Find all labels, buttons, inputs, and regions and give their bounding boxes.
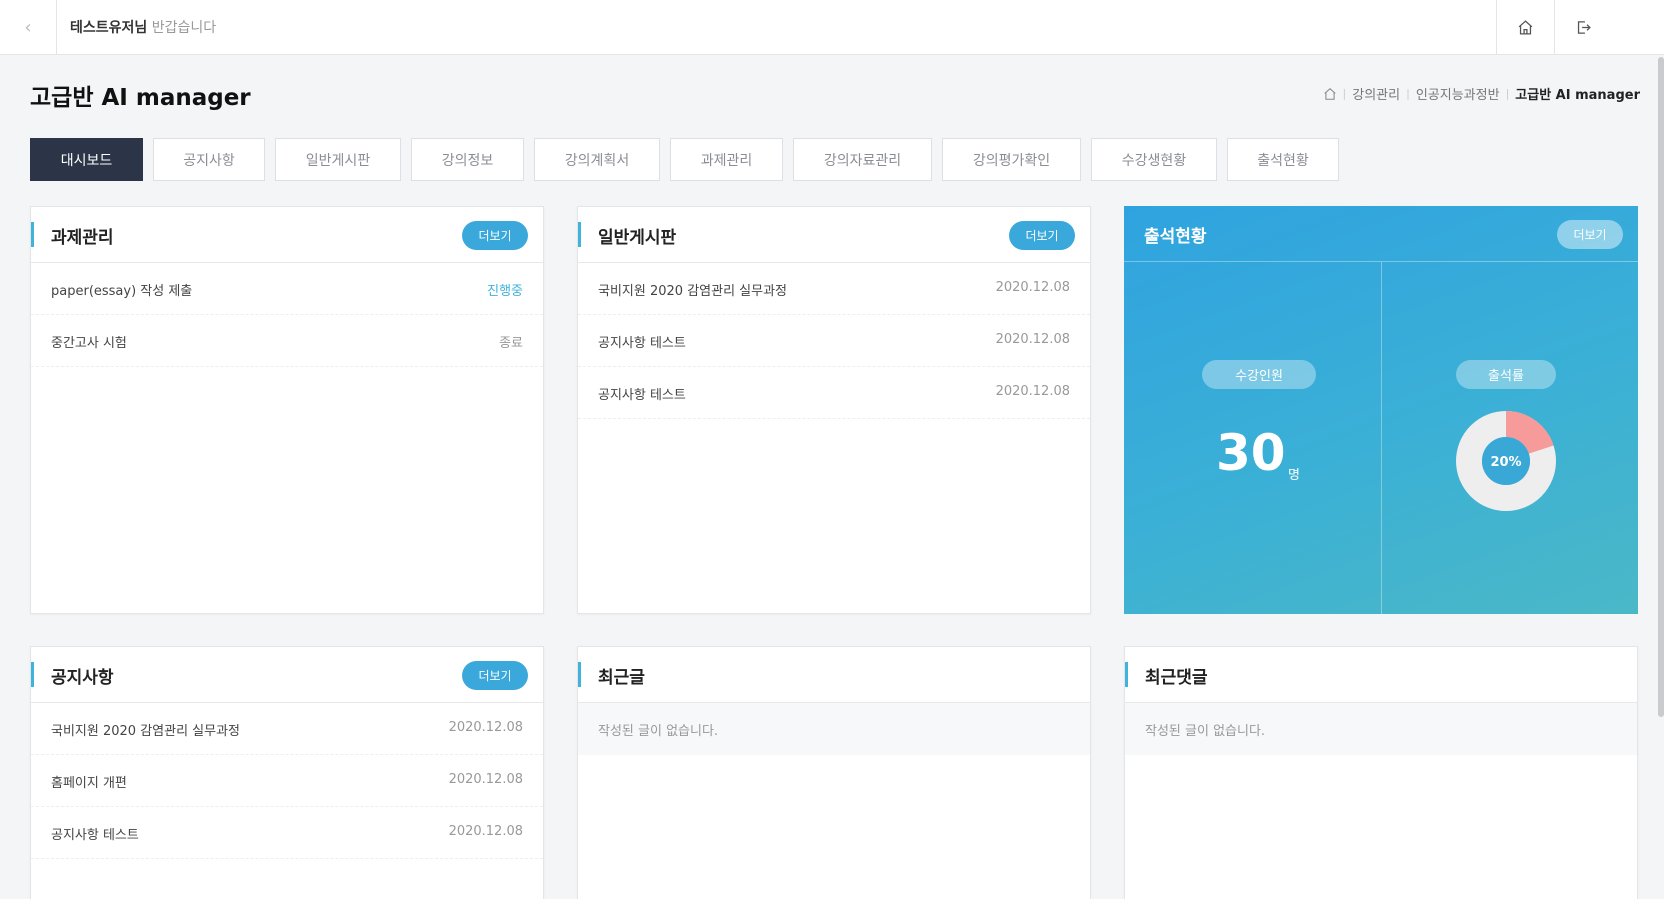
list-item[interactable]: 공지사항 테스트 2020.12.08 [578, 367, 1090, 419]
card-title: 최근글 [598, 668, 645, 688]
empty-message: 작성된 글이 없습니다. [598, 724, 719, 739]
list-item[interactable]: 중간고사 시험 종료 [31, 315, 543, 367]
item-title: 국비지원 2020 감염관리 실무과정 [51, 724, 241, 739]
card-header: 출석현황 더보기 [1124, 206, 1638, 262]
item-title: 홈페이지 개편 [51, 776, 127, 791]
status-badge: 종료 [499, 336, 523, 351]
tab-attendance[interactable]: 출석현황 [1227, 138, 1339, 181]
breadcrumb-separator: | [1406, 87, 1410, 100]
card-title: 최근댓글 [1145, 668, 1208, 688]
list-item[interactable]: 홈페이지 개편 2020.12.08 [31, 755, 543, 807]
more-button[interactable]: 더보기 [462, 221, 528, 250]
list-item[interactable]: 공지사항 테스트 2020.12.08 [578, 315, 1090, 367]
tab-dashboard[interactable]: 대시보드 [30, 138, 143, 181]
greeting-text: 반갑습니다 [147, 20, 217, 36]
accent-bar [578, 222, 581, 247]
more-button[interactable]: 더보기 [1009, 221, 1075, 250]
breadcrumb-separator: | [1342, 87, 1347, 100]
assignments-card: 과제관리 더보기 paper(essay) 작성 제출 진행중 중간고사 시험 … [30, 206, 544, 614]
page-title: 고급반 AI manager [30, 85, 251, 111]
tab-syllabus[interactable]: 강의계획서 [534, 138, 660, 181]
logout-icon [1577, 21, 1591, 34]
accent-bar [31, 222, 34, 247]
item-title: 공지사항 테스트 [598, 388, 686, 403]
breadcrumb-item[interactable]: 인공지능과정반 [1416, 84, 1500, 103]
item-date: 2020.12.08 [448, 824, 523, 839]
item-date: 2020.12.08 [448, 772, 523, 787]
breadcrumb-separator: | [1505, 87, 1510, 100]
breadcrumb-item[interactable]: 강의관리 [1352, 84, 1400, 103]
tab-students[interactable]: 수강생현황 [1091, 138, 1217, 181]
general-board-card: 일반게시판 더보기 국비지원 2020 감염관리 실무과정 2020.12.08… [577, 206, 1091, 614]
breadcrumb-current: 고급반 AI manager [1515, 88, 1640, 103]
tab-course-info[interactable]: 강의정보 [411, 138, 524, 181]
card-header: 공지사항 더보기 [31, 647, 543, 703]
list-item[interactable]: 국비지원 2020 감염관리 실무과정 2020.12.08 [31, 703, 543, 755]
chevron-left-icon: ‹ [24, 17, 32, 38]
recent-comments-card: 최근댓글 작성된 글이 없습니다. [1124, 646, 1638, 899]
user-name: 테스트유저님 [70, 20, 148, 36]
list-item[interactable]: paper(essay) 작성 제출 진행중 [31, 263, 543, 315]
item-date: 2020.12.08 [995, 332, 1070, 347]
status-badge: 진행중 [487, 284, 523, 299]
card-header: 최근글 [578, 647, 1090, 703]
item-title: 중간고사 시험 [51, 336, 127, 351]
enrolled-unit: 명 [1288, 468, 1300, 483]
tab-general-board[interactable]: 일반게시판 [275, 138, 401, 181]
tab-notices[interactable]: 공지사항 [153, 138, 265, 181]
breadcrumb: | 강의관리 | 인공지능과정반 | 고급반 AI manager [1323, 84, 1640, 103]
card-header: 과제관리 더보기 [31, 207, 543, 263]
attendance-card: 출석현황 더보기 수강인원 30 명 출석률 20% [1124, 206, 1638, 614]
card-title: 공지사항 [51, 668, 114, 688]
tab-evaluation[interactable]: 강의평가확인 [942, 138, 1081, 181]
logout-button[interactable] [1554, 0, 1612, 55]
accent-bar [31, 662, 34, 687]
recent-posts-card: 최근글 작성된 글이 없습니다. [577, 646, 1091, 899]
item-title: 공지사항 테스트 [51, 828, 139, 843]
more-button[interactable]: 더보기 [462, 661, 528, 690]
enrolled-label: 수강인원 [1202, 360, 1316, 389]
tab-bar: 대시보드 공지사항 일반게시판 강의정보 강의계획서 과제관리 강의자료관리 강… [30, 138, 1339, 181]
home-icon[interactable] [1323, 87, 1337, 101]
empty-message: 작성된 글이 없습니다. [1145, 724, 1266, 739]
notices-card: 공지사항 더보기 국비지원 2020 감염관리 실무과정 2020.12.08 … [30, 646, 544, 899]
enrolled-count: 30 [1216, 424, 1286, 482]
item-date: 2020.12.08 [448, 720, 523, 735]
card-title: 일반게시판 [598, 228, 677, 248]
card-header: 최근댓글 [1125, 647, 1637, 703]
empty-state: 작성된 글이 없습니다. [578, 703, 1090, 755]
divider [1381, 262, 1382, 614]
item-title: 공지사항 테스트 [598, 336, 686, 351]
item-date: 2020.12.08 [995, 280, 1070, 295]
item-date: 2020.12.08 [995, 384, 1070, 399]
top-bar: ‹ 테스트유저님 반갑습니다 [0, 0, 1664, 55]
home-button[interactable] [1496, 0, 1554, 55]
scrollbar[interactable] [1658, 57, 1664, 717]
rate-value: 20% [1490, 455, 1521, 470]
greeting: 테스트유저님 반갑습니다 [70, 17, 216, 37]
card-header: 일반게시판 더보기 [578, 207, 1090, 263]
accent-bar [1125, 662, 1128, 687]
empty-state: 작성된 글이 없습니다. [1125, 703, 1637, 755]
rate-label: 출석률 [1456, 360, 1556, 389]
item-title: 국비지원 2020 감염관리 실무과정 [598, 284, 788, 299]
list-item[interactable]: 국비지원 2020 감염관리 실무과정 2020.12.08 [578, 263, 1090, 315]
tab-assignments[interactable]: 과제관리 [670, 138, 783, 181]
tab-materials[interactable]: 강의자료관리 [793, 138, 932, 181]
item-title: paper(essay) 작성 제출 [51, 284, 193, 299]
attendance-donut-chart: 20% [1456, 411, 1556, 511]
accent-bar [578, 662, 581, 687]
more-button[interactable]: 더보기 [1557, 220, 1623, 249]
card-title: 과제관리 [51, 228, 114, 248]
list-item[interactable]: 공지사항 테스트 2020.12.08 [31, 807, 543, 859]
card-title: 출석현황 [1144, 227, 1207, 247]
back-button[interactable]: ‹ [0, 0, 57, 55]
home-icon [1518, 20, 1533, 35]
